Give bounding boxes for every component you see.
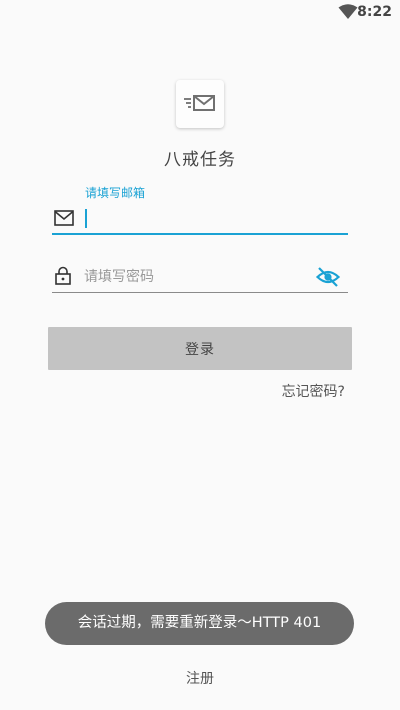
email-field[interactable]: [84, 206, 344, 232]
mail-icon: [54, 210, 74, 226]
status-bar: 8:22: [0, 0, 400, 26]
email-underline: [52, 233, 348, 235]
login-button[interactable]: 登录: [48, 327, 352, 370]
password-field[interactable]: [84, 264, 304, 290]
password-underline: [52, 292, 348, 293]
status-time: 8:22: [357, 4, 392, 20]
register-link[interactable]: 注册: [0, 668, 400, 688]
text-cursor: [85, 209, 87, 228]
wifi-icon: [338, 4, 358, 19]
app-name: 八戒任务: [164, 150, 236, 170]
app-logo: [176, 80, 224, 128]
lock-icon: [55, 266, 71, 285]
email-label: 请填写邮箱: [85, 186, 146, 200]
toast-message: 会话过期，需要重新登录～HTTP 401: [45, 602, 354, 645]
forgot-password-link[interactable]: 忘记密码?: [282, 381, 345, 401]
mail-send-icon: [184, 95, 215, 111]
eye-off-icon[interactable]: [316, 266, 340, 288]
